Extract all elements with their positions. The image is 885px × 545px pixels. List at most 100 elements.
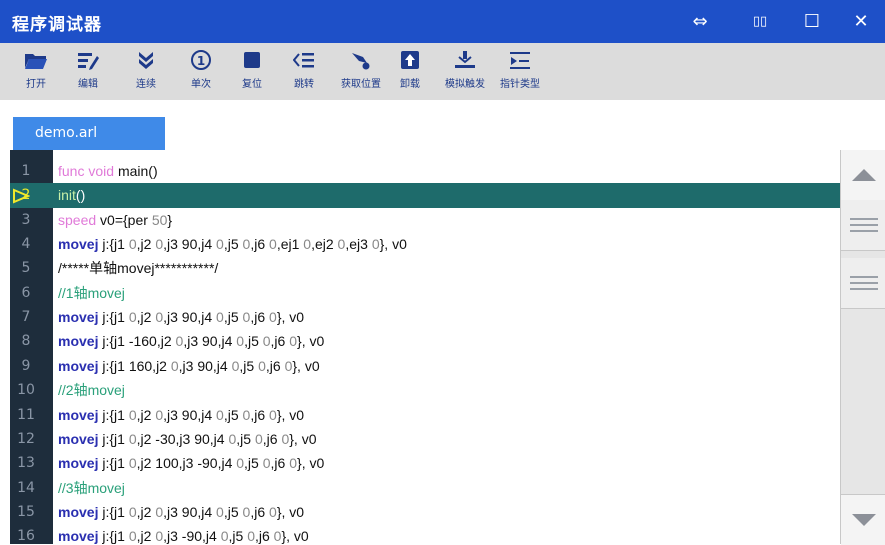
line-number: 14	[17, 479, 35, 496]
code-text: /*****单轴movej***********/	[58, 256, 218, 280]
line-number: 9	[21, 357, 31, 374]
tool-simulate-trigger-button[interactable]: 模拟触发	[440, 47, 490, 90]
line-number: 16	[17, 528, 35, 544]
code-editor[interactable]: 1 func void main() 2 init() 3 speed v0={per 5…	[10, 150, 885, 544]
code-line[interactable]: 5 /*****单轴movej***********/	[10, 256, 840, 280]
line-number: 5	[21, 260, 31, 277]
close-icon: ✕	[853, 11, 869, 32]
code-text: movej j:{j1 160,j2 0,j3 90,j4 0,j5 0,j6 …	[58, 354, 320, 378]
code-token: 0	[128, 455, 137, 472]
code-text: //2轴movej	[58, 378, 125, 402]
code-token: ,j5	[239, 357, 259, 374]
code-text: movej j:{j1 0,j2 0,j3 90,j4 0,j5 0,j6 0}…	[58, 403, 304, 427]
code-line[interactable]: 9 movej j:{j1 160,j2 0,j3 90,j4 0,j5 0,j6…	[10, 354, 840, 378]
code-text: movej j:{j1 -160,j2 0,j3 90,j4 0,j5 0,j6…	[58, 329, 324, 353]
code-token: ,j3 90,j4	[183, 333, 237, 350]
close-button[interactable]: ✕	[836, 0, 885, 43]
code-token: movej	[58, 503, 103, 520]
code-token: /*****单轴movej***********/	[58, 260, 219, 277]
code-token: 0	[155, 528, 164, 544]
scroll-up-button[interactable]	[841, 150, 885, 201]
code-token: j:{j1	[102, 236, 129, 253]
code-line[interactable]: 16 movej j:{j1 0,j2 0,j3 -90,j4 0,j5 0,j6…	[10, 524, 840, 544]
code-token: }	[167, 211, 173, 228]
code-line[interactable]: 10 //2轴movej	[10, 378, 840, 402]
scroll-down-button[interactable]	[841, 494, 885, 545]
scroll-thumb-lower[interactable]	[841, 258, 885, 309]
code-token: movej	[58, 430, 103, 447]
code-token: j:{j1	[102, 309, 129, 326]
code-token: movej	[58, 309, 103, 326]
code-token: main()	[117, 163, 158, 179]
code-token: ,j2 100,j3 -90,j4	[136, 455, 237, 472]
code-token: 0	[155, 309, 164, 326]
code-token: 0	[216, 309, 224, 326]
code-line[interactable]: 4 movej j:{j1 0,j2 0,j3 90,j4 0,j5 0,j6 0…	[10, 232, 840, 256]
tool-edit-button[interactable]: 编辑	[63, 47, 113, 90]
code-token: ,j3 90,j4	[163, 236, 217, 253]
code-token: 0	[128, 528, 137, 544]
tool-get-position-button[interactable]: 获取位置	[333, 47, 389, 90]
code-token: j:{j1 160,j2	[102, 357, 171, 374]
code-token: ,j5	[223, 406, 243, 423]
code-line[interactable]: 1 func void main()	[10, 159, 840, 183]
current-line-pointer-icon	[13, 188, 30, 204]
code-token: ,j6	[265, 357, 285, 374]
tool-continue-button[interactable]: 连续	[121, 47, 171, 90]
line-number: 15	[17, 503, 35, 520]
line-number: 6	[21, 284, 31, 301]
tool-jump-button[interactable]: 跳转	[279, 47, 329, 90]
code-line[interactable]: 7 movej j:{j1 0,j2 0,j3 90,j4 0,j5 0,j6 0…	[10, 305, 840, 329]
tool-step-button[interactable]: 1 单次	[176, 47, 226, 90]
code-token: //3轴movej	[58, 479, 125, 496]
tool-unload-button[interactable]: 卸载	[395, 47, 425, 90]
title-bar: 程序调试器 ⇔ ▯▯ ☐ ✕	[0, 0, 885, 43]
code-line[interactable]: 3 speed v0={per 50}	[10, 208, 840, 232]
code-line[interactable]: 12 movej j:{j1 0,j2 -30,j3 90,j4 0,j5 0,j…	[10, 427, 840, 451]
code-token: 0	[236, 333, 245, 350]
tab-file[interactable]: demo.arl	[13, 117, 165, 150]
tool-reset-button[interactable]: 复位	[227, 47, 277, 90]
tool-open-button[interactable]: 打开	[16, 47, 56, 90]
code-text: func void main()	[58, 159, 158, 183]
code-line[interactable]: 13 movej j:{j1 0,j2 100,j3 -90,j4 0,j5 0,…	[10, 451, 840, 475]
triangle-up-icon	[851, 169, 876, 181]
edit-icon	[63, 47, 113, 73]
code-text: movej j:{j1 0,j2 0,j3 90,j4 0,j5 0,j6 0,…	[58, 232, 407, 256]
code-token: 0	[128, 503, 137, 520]
code-token: }, v0	[297, 333, 325, 350]
code-token: ()	[75, 187, 86, 204]
vertical-scrollbar[interactable]	[840, 150, 885, 545]
code-token: }, v0	[379, 236, 407, 253]
code-token: ,j6	[250, 503, 270, 520]
code-token: }, v0	[297, 455, 325, 472]
double-chevron-down-icon	[121, 47, 171, 73]
code-line[interactable]: 2 init()	[10, 183, 840, 208]
code-token: ,j5	[228, 528, 248, 544]
code-token: ,j6	[262, 430, 282, 447]
code-token: 0	[216, 406, 224, 423]
split-icon: ▯▯	[752, 14, 768, 29]
split-view-button[interactable]: ▯▯	[735, 0, 785, 43]
code-line[interactable]: 8 movej j:{j1 -160,j2 0,j3 90,j4 0,j5 0,j…	[10, 329, 840, 353]
code-line[interactable]: 14 //3轴movej	[10, 476, 840, 500]
code-token: 0	[289, 455, 298, 472]
code-token: ,j2	[136, 503, 156, 520]
maximize-button[interactable]: ☐	[787, 0, 837, 43]
code-token: ,j2	[136, 528, 156, 544]
code-line[interactable]: 11 movej j:{j1 0,j2 0,j3 90,j4 0,j5 0,j6 …	[10, 403, 840, 427]
code-token: ,j2 -30,j3 90,j4	[136, 430, 229, 447]
code-token: ,j5	[244, 455, 263, 472]
code-line[interactable]: 15 movej j:{j1 0,j2 0,j3 90,j4 0,j5 0,j6 …	[10, 500, 840, 524]
step-once-icon: 1	[176, 47, 226, 73]
code-token: ,j3 90,j4	[178, 357, 232, 374]
code-token: }, v0	[289, 430, 317, 447]
scroll-thumb[interactable]	[841, 200, 885, 251]
line-number: 10	[17, 382, 35, 399]
swap-screen-button[interactable]: ⇔	[675, 0, 725, 43]
line-number: 1	[21, 163, 31, 179]
code-line[interactable]: 6 //1轴movej	[10, 281, 840, 305]
code-token: ,j6	[270, 333, 290, 350]
code-token: 0	[220, 528, 229, 544]
tool-pointer-type-button[interactable]: 指针类型	[495, 47, 545, 90]
